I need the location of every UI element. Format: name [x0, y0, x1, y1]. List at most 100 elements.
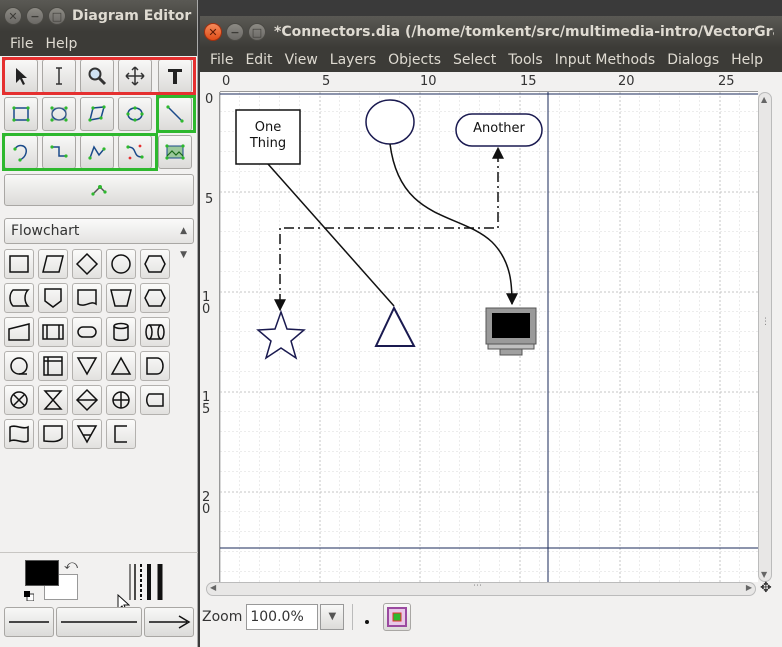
sequential-data-shape-icon [10, 357, 28, 375]
bezier-line-tool-button[interactable] [118, 135, 152, 169]
annotation-shape-button[interactable] [106, 419, 136, 449]
ruler-h-label: 15 [520, 74, 537, 89]
offpage-shape-button[interactable] [38, 283, 68, 313]
monitor-icon[interactable] [485, 307, 537, 356]
or-shape-button[interactable] [106, 385, 136, 415]
shape-sheet-select[interactable]: Flowchart ▲ ▼ [4, 218, 194, 260]
preparation-shape-button[interactable] [140, 249, 170, 279]
stored-data-shape-button[interactable] [4, 283, 34, 313]
minimize-icon[interactable]: − [226, 23, 244, 41]
zigzag-line-tool-button[interactable] [42, 135, 76, 169]
swap-colors-icon[interactable]: ⤺ [64, 558, 78, 573]
process-shape-button[interactable] [4, 249, 34, 279]
scroll-tool-button[interactable] [118, 59, 152, 93]
delay-shape-button[interactable] [140, 351, 170, 381]
foreground-color-swatch[interactable] [25, 560, 59, 586]
close-icon[interactable]: ✕ [4, 7, 22, 25]
minimize-icon[interactable]: − [26, 7, 44, 25]
scroll-left-icon[interactable]: ◀ [210, 583, 216, 592]
maximize-icon[interactable]: □ [248, 23, 266, 41]
pointer-tool-button[interactable] [4, 59, 38, 93]
display-shape-button[interactable] [140, 385, 170, 415]
ruler-h-label: 20 [618, 74, 635, 89]
sequential-data-shape-button[interactable] [4, 351, 34, 381]
manual-operation-shape-button[interactable] [106, 283, 136, 313]
scroll-grip-icon[interactable]: ⋮ [761, 317, 770, 327]
menu-file[interactable]: File [4, 32, 39, 56]
vertical-scrollbar[interactable]: ▲ ⋮ ▼ [758, 92, 772, 582]
scroll-grip-icon[interactable]: ⋯ [473, 581, 482, 591]
text-tool-button[interactable] [158, 59, 192, 93]
polygon-tool-button[interactable] [80, 97, 114, 131]
text-edit-tool-button[interactable] [42, 59, 76, 93]
line-tool-button[interactable] [158, 97, 192, 131]
polyline-tool-button[interactable] [80, 135, 114, 169]
hexagon-shape-button[interactable] [140, 283, 170, 313]
direct-access-shape-button[interactable] [140, 317, 170, 347]
diagram-title: *Connectors.dia (/home/tomkent/src/multi… [274, 24, 774, 40]
image-tool-button[interactable] [158, 135, 192, 169]
summing-junction-shape-button[interactable] [4, 385, 34, 415]
outline-tool-button[interactable] [4, 174, 194, 206]
beziergon-tool-button[interactable] [118, 97, 152, 131]
magnify-tool-button[interactable] [80, 59, 114, 93]
scroll-up-icon[interactable]: ▲ [761, 95, 767, 104]
scroll-down-icon[interactable]: ▼ [761, 570, 767, 579]
connector-shape-icon [111, 254, 131, 274]
offline-storage-shape-button[interactable] [72, 419, 102, 449]
box-tool-button[interactable] [4, 97, 38, 131]
divider [0, 552, 198, 553]
menu-help[interactable]: Help [39, 32, 83, 56]
connector-shape-button[interactable] [106, 249, 136, 279]
sort-shape-button[interactable] [72, 385, 102, 415]
image-icon [165, 144, 185, 160]
decision-shape-button[interactable] [72, 249, 102, 279]
menu-dialogs[interactable]: Dialogs [661, 48, 725, 72]
menu-help[interactable]: Help [725, 48, 769, 72]
collate-shape-button[interactable] [38, 385, 68, 415]
menu-layers[interactable]: Layers [324, 48, 382, 72]
scroll-right-icon[interactable]: ▶ [746, 583, 752, 592]
extract-shape-button[interactable] [106, 351, 136, 381]
terminal-shape-button[interactable] [72, 317, 102, 347]
line-style-button[interactable] [56, 607, 142, 637]
snap-to-grid-toggle[interactable] [355, 604, 381, 630]
spin-arrows-icon: ▲ ▼ [180, 226, 187, 260]
menu-edit[interactable]: Edit [239, 48, 278, 72]
reset-colors-icon[interactable] [24, 589, 35, 602]
arc-tool-button[interactable] [4, 135, 38, 169]
menu-input-methods[interactable]: Input Methods [549, 48, 662, 72]
menu-file[interactable]: File [204, 48, 239, 72]
line-width-selector[interactable] [128, 562, 170, 602]
drawing-canvas[interactable]: One Thing Another [220, 92, 758, 582]
horizontal-scrollbar[interactable]: ◀ ⋯ ▶ [206, 581, 756, 596]
start-arrow-button[interactable] [4, 607, 54, 637]
zoom-input[interactable]: 100.0% [246, 604, 319, 630]
end-arrow-button[interactable] [144, 607, 194, 637]
internal-storage-shape-button[interactable] [38, 351, 68, 381]
menu-tools[interactable]: Tools [502, 48, 549, 72]
menu-objects[interactable]: Objects [382, 48, 447, 72]
sort-shape-icon [75, 388, 99, 412]
punched-tape-shape-button[interactable] [4, 419, 34, 449]
shape-sheet-label: Flowchart [11, 223, 80, 239]
document-shape-button[interactable] [72, 283, 102, 313]
snap-to-objects-toggle[interactable] [383, 603, 412, 631]
magnetic-disk-shape-button[interactable] [106, 317, 136, 347]
predefined-process-shape-button[interactable] [38, 317, 68, 347]
ellipse-shape[interactable] [365, 99, 415, 145]
data-shape-button[interactable] [38, 249, 68, 279]
card-shape-button[interactable] [38, 419, 68, 449]
diagram-window: ✕ − □ *Connectors.dia (/home/tomkent/src… [200, 16, 782, 647]
object-snap-icon [387, 607, 408, 627]
maximize-icon[interactable]: □ [48, 7, 66, 25]
manual-input-shape-button[interactable] [4, 317, 34, 347]
collate-shape-icon [43, 390, 63, 410]
navigator-icon[interactable]: ✥ [760, 580, 772, 596]
close-icon[interactable]: ✕ [204, 23, 222, 41]
menu-view[interactable]: View [279, 48, 324, 72]
zoom-dropdown[interactable]: ▼ [320, 604, 345, 630]
ellipse-tool-button[interactable] [42, 97, 76, 131]
merge-shape-button[interactable] [72, 351, 102, 381]
menu-select[interactable]: Select [447, 48, 502, 72]
